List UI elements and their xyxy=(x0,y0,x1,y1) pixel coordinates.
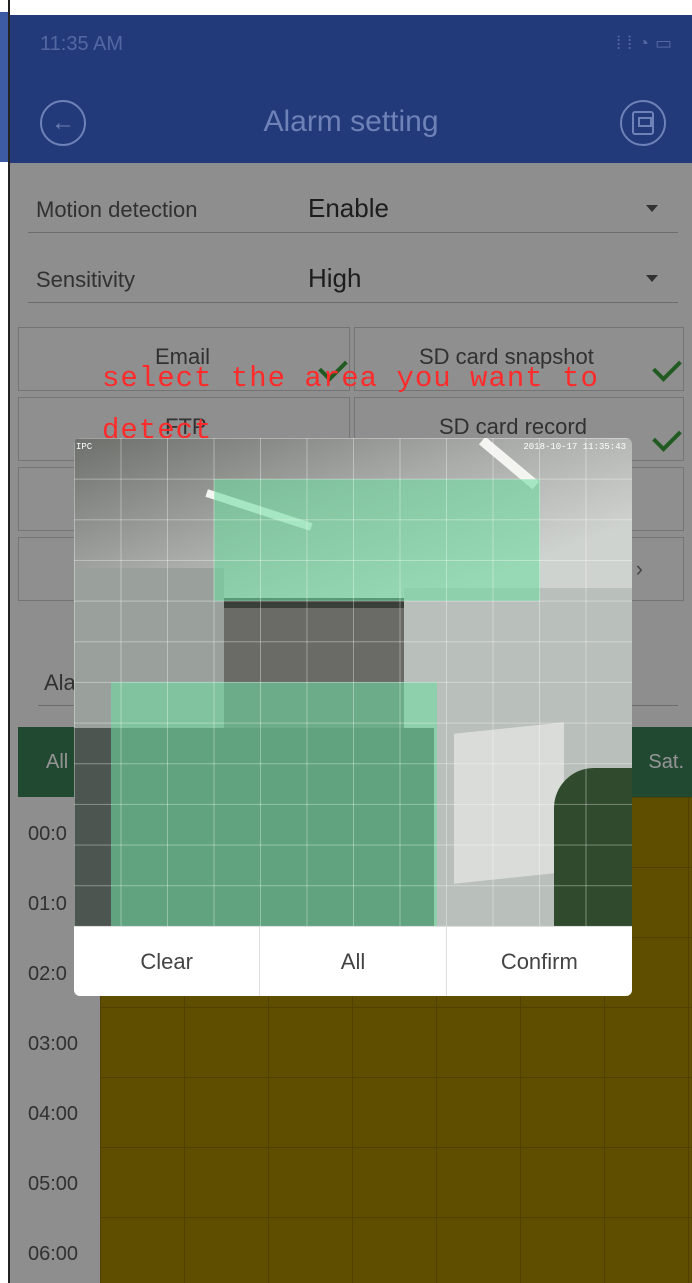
status-bar: 11:35 AM ⁞⁞◔▭ xyxy=(10,15,692,75)
battery-icon: ▭ xyxy=(654,33,678,53)
status-time: 11:35 AM xyxy=(40,33,124,55)
confirm-button[interactable]: Confirm xyxy=(447,927,632,996)
phone-screen: 11:35 AM ⁞⁞◔▭ ← Alarm setting Motion det… xyxy=(10,15,692,1283)
camera-channel: IPC xyxy=(76,442,93,452)
wifi-icon: ◔ xyxy=(638,33,655,53)
clear-button[interactable]: Clear xyxy=(74,927,261,996)
dialog-buttons: Clear All Confirm xyxy=(74,926,632,996)
camera-timestamp: 2018-10-17 11:35:43 xyxy=(523,442,626,452)
save-button[interactable] xyxy=(620,100,666,146)
all-button[interactable]: All xyxy=(260,927,447,996)
app-bar: ← Alarm setting xyxy=(10,75,692,163)
page-title: Alarm setting xyxy=(263,105,439,138)
area-select-dialog: IPC 2018-10-17 11:35:43 Clear All Confir… xyxy=(74,438,632,996)
status-icons: ⁞⁞◔▭ xyxy=(616,33,678,54)
signal-icon: ⁞⁞ xyxy=(616,33,639,53)
save-disk-icon xyxy=(632,111,654,135)
left-edge-strip xyxy=(0,12,8,162)
camera-preview[interactable]: IPC 2018-10-17 11:35:43 xyxy=(74,438,632,926)
selection-grid[interactable] xyxy=(74,438,632,926)
